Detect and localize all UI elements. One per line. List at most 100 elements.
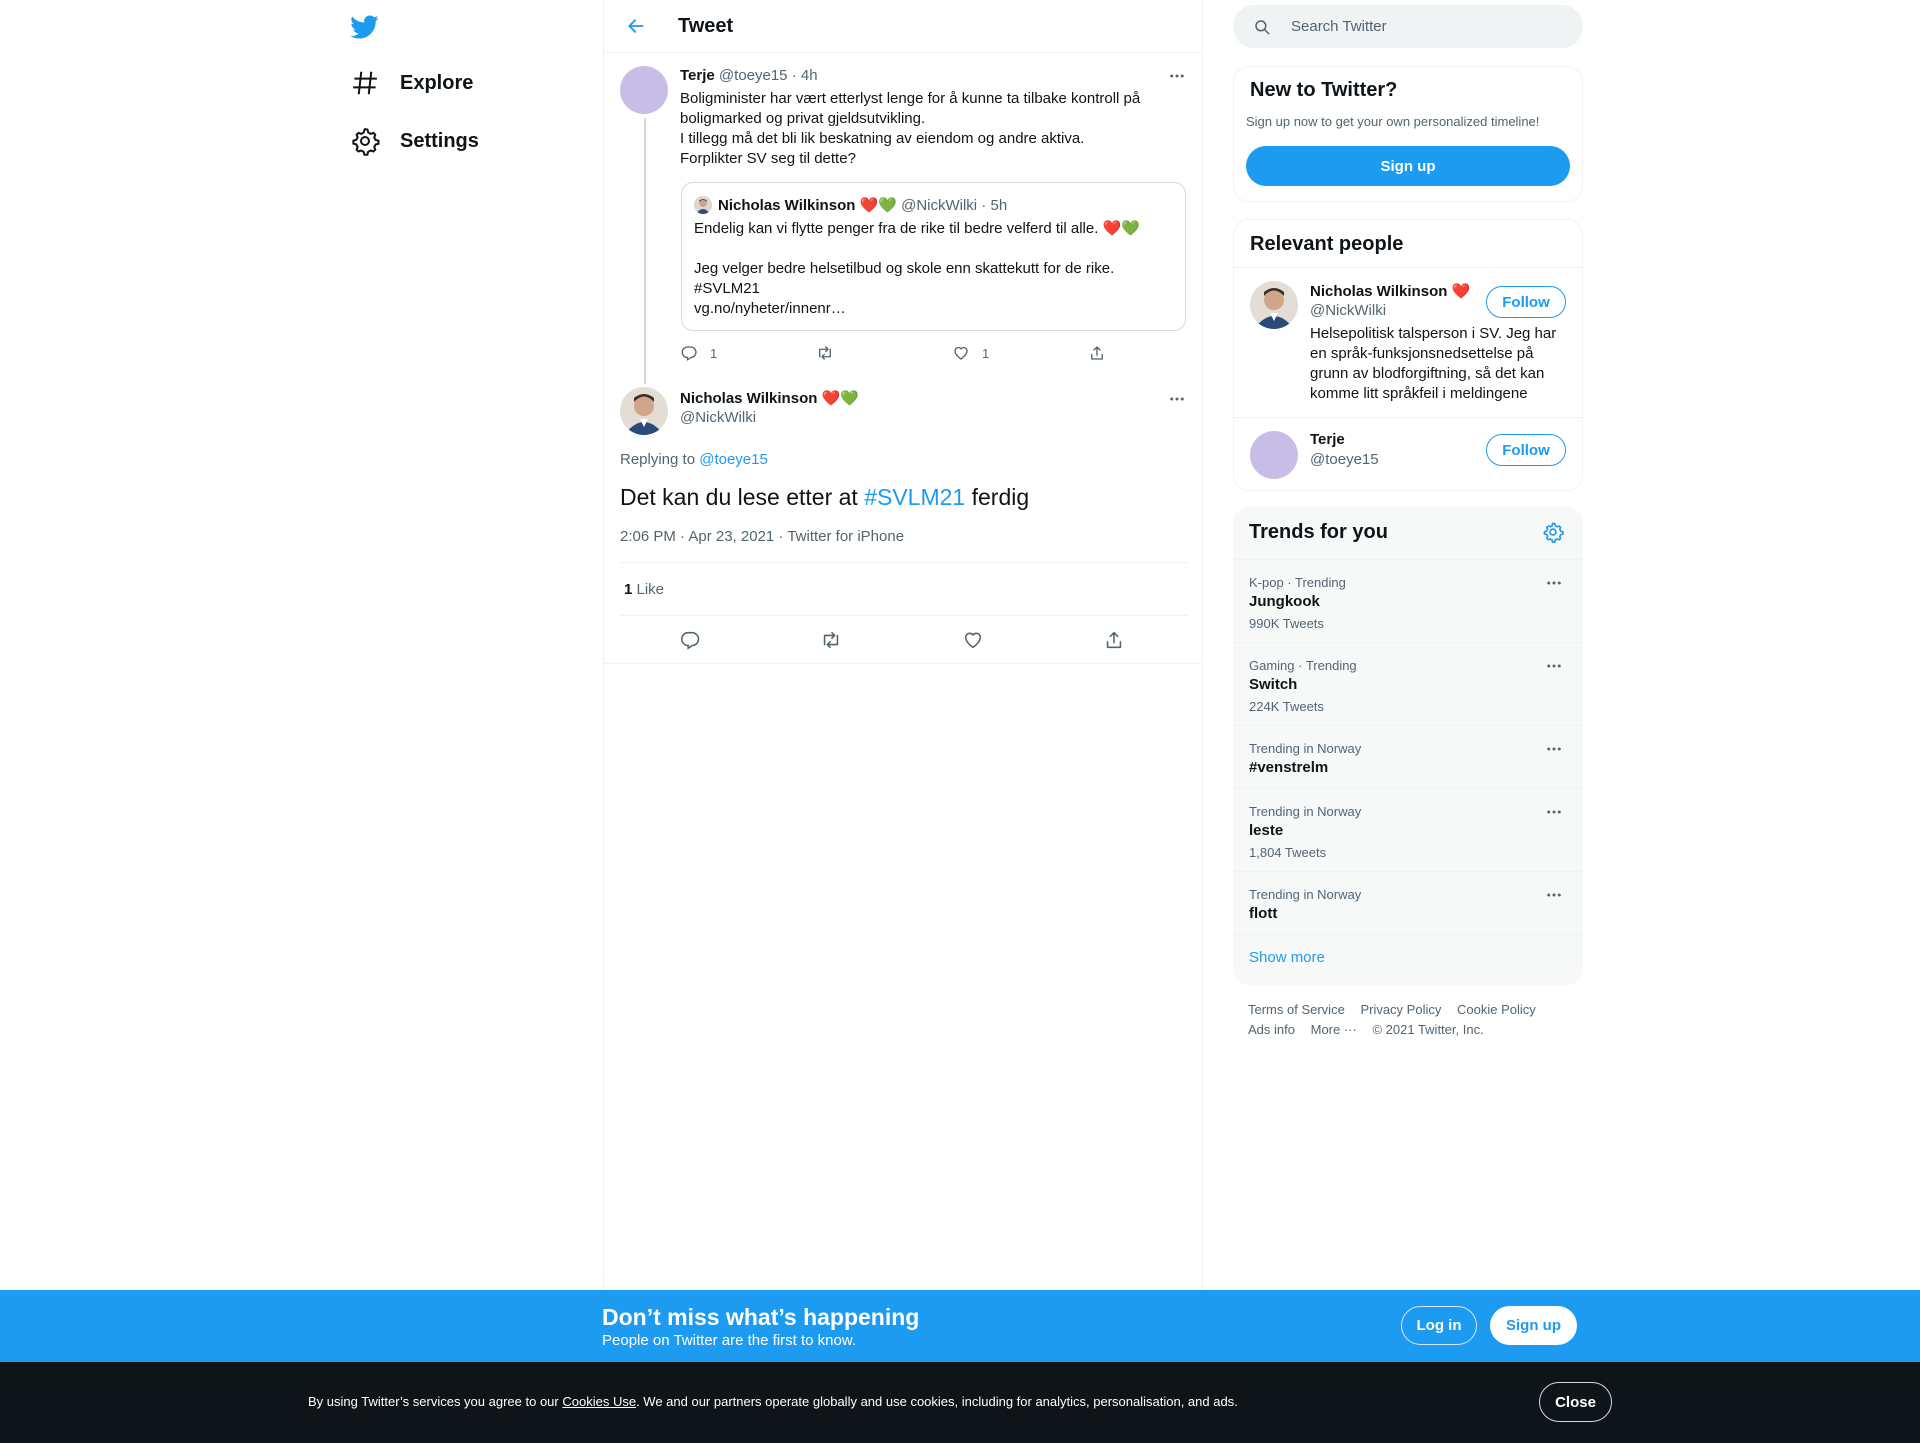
parent-retweet-button[interactable] xyxy=(816,344,834,362)
back-button[interactable] xyxy=(618,8,654,44)
more-icon xyxy=(1547,893,1561,897)
person-avatar[interactable] xyxy=(1250,431,1298,479)
share-button[interactable] xyxy=(1103,629,1125,651)
cookie-policy-link[interactable]: Cookie Policy xyxy=(1457,1002,1536,1017)
show-more-link[interactable]: Show more xyxy=(1249,949,1325,966)
like-button[interactable] xyxy=(962,629,984,651)
person-handle[interactable]: @NickWilki xyxy=(1310,302,1386,319)
login-button[interactable]: Log in xyxy=(1401,1306,1477,1345)
parent-tweet-more-button[interactable] xyxy=(1164,63,1190,89)
trend-item[interactable]: Trending in Norway #venstrelm xyxy=(1233,725,1583,788)
thread-connector xyxy=(644,118,646,384)
parent-reply-button[interactable]: 1 xyxy=(680,344,717,362)
cookie-bar: By using Twitter’s services you agree to… xyxy=(0,1362,1920,1443)
trend-item[interactable]: Gaming · Trending Switch 224K Tweets xyxy=(1233,642,1583,725)
main-tweet-handle[interactable]: @NickWilki xyxy=(680,409,756,426)
quoted-tweet-handle: @NickWilki xyxy=(901,197,978,214)
trend-more-button[interactable] xyxy=(1541,882,1567,908)
likes-label: Like xyxy=(632,581,665,598)
person-avatar[interactable] xyxy=(1250,281,1298,329)
main-tweet-emoji: ❤️💚 xyxy=(821,390,859,407)
ads-info-link[interactable]: Ads info xyxy=(1248,1022,1295,1037)
divider xyxy=(604,663,1202,664)
trends-settings-button[interactable] xyxy=(1542,521,1564,543)
parent-reply-count: 1 xyxy=(710,345,718,361)
divider xyxy=(620,562,1188,563)
parent-like-count: 1 xyxy=(982,345,990,361)
nav-settings[interactable]: Settings xyxy=(350,119,479,163)
more-link[interactable]: More ··· xyxy=(1311,1022,1357,1037)
divider xyxy=(1234,267,1582,268)
follow-button[interactable]: Follow xyxy=(1486,434,1566,466)
trend-more-button[interactable] xyxy=(1541,653,1567,679)
twitter-logo-icon[interactable] xyxy=(349,12,379,42)
likes-summary[interactable]: 1 Like xyxy=(624,581,664,598)
parent-tweet-avatar[interactable] xyxy=(620,66,668,114)
trend-context: Gaming · Trending xyxy=(1249,658,1357,673)
reply-button[interactable] xyxy=(679,629,701,651)
cookies-use-link[interactable]: Cookies Use xyxy=(562,1394,636,1409)
trends-title: Trends for you xyxy=(1249,521,1388,543)
relevant-people-title: Relevant people xyxy=(1250,233,1404,255)
banner-subtitle: People on Twitter are the first to know. xyxy=(602,1332,857,1349)
relevant-people-card: Relevant people Nicholas Wilkinson ❤️ @N… xyxy=(1233,219,1583,491)
trend-item[interactable]: Trending in Norway flott xyxy=(1233,871,1583,934)
search-input[interactable] xyxy=(1291,18,1561,35)
main-tweet-more-button[interactable] xyxy=(1164,386,1190,412)
trend-more-button[interactable] xyxy=(1541,570,1567,596)
trend-count: 1,804 Tweets xyxy=(1249,845,1327,860)
gear-icon xyxy=(1543,522,1564,543)
trend-more-button[interactable] xyxy=(1541,736,1567,762)
terms-link[interactable]: Terms of Service xyxy=(1248,1002,1345,1017)
heart-icon xyxy=(954,346,968,360)
main-tweet-avatar[interactable] xyxy=(620,387,668,435)
banner-title: Don’t miss what’s happening xyxy=(602,1304,920,1330)
more-icon xyxy=(1547,810,1561,814)
trend-name: Switch xyxy=(1249,676,1298,693)
main-tweet-hashtag[interactable]: #SVLM21 xyxy=(864,484,965,510)
person-name-row[interactable]: Nicholas Wilkinson ❤️ xyxy=(1310,282,1475,300)
divider xyxy=(1233,934,1583,935)
reply-icon xyxy=(680,631,700,650)
footer-links: Terms of Service Privacy Policy Cookie P… xyxy=(1248,1000,1578,1040)
privacy-link[interactable]: Privacy Policy xyxy=(1360,1002,1441,1017)
parent-like-button[interactable]: 1 xyxy=(952,344,989,362)
main-tweet-author[interactable]: Nicholas Wilkinson ❤️💚 xyxy=(680,389,859,407)
search-box[interactable] xyxy=(1233,5,1583,48)
retweet-button[interactable] xyxy=(820,629,842,651)
trend-item[interactable]: K-pop · Trending Jungkook 990K Tweets xyxy=(1233,559,1583,642)
nav-explore[interactable]: Explore xyxy=(350,61,473,105)
cookie-text-after: . We and our partners operate globally a… xyxy=(636,1394,1238,1409)
replying-to: Replying to @toeye15 xyxy=(620,451,768,468)
new-to-twitter-subtitle: Sign up now to get your own personalized… xyxy=(1246,114,1540,129)
main-tweet-name: Nicholas Wilkinson xyxy=(680,390,818,407)
quoted-tweet-time: · 5h xyxy=(981,197,1008,214)
trend-more-button[interactable] xyxy=(1541,799,1567,825)
banner-signup-button[interactable]: Sign up xyxy=(1490,1306,1577,1345)
parent-tweet-handle: @toeye15 xyxy=(718,67,788,84)
tweet-header: Tweet xyxy=(604,0,1202,53)
back-arrow-icon xyxy=(628,19,644,33)
sidebar-signup-button[interactable]: Sign up xyxy=(1246,146,1570,186)
parent-tweet-time: · 4h xyxy=(791,67,818,84)
quoted-tweet[interactable]: Nicholas Wilkinson ❤️💚 @NickWilki · 5h E… xyxy=(681,182,1186,331)
trend-item[interactable]: Trending in Norway leste 1,804 Tweets xyxy=(1233,788,1583,871)
trend-name: leste xyxy=(1249,822,1284,839)
main-tweet-meta[interactable]: 2:06 PM · Apr 23, 2021 · Twitter for iPh… xyxy=(620,528,904,545)
parent-tweet-author[interactable]: Terje @toeye15 · 4h xyxy=(680,67,818,84)
trend-name: flott xyxy=(1249,905,1278,922)
parent-share-button[interactable] xyxy=(1088,344,1106,362)
more-icon xyxy=(1547,581,1561,585)
follow-button[interactable]: Follow xyxy=(1486,286,1566,318)
person-name[interactable]: Terje xyxy=(1310,431,1345,448)
gear-icon xyxy=(350,126,380,156)
share-icon xyxy=(1106,631,1122,649)
cookie-text-before: By using Twitter’s services you agree to… xyxy=(308,1394,563,1409)
person-handle[interactable]: @toeye15 xyxy=(1310,451,1379,468)
trend-context: Trending in Norway xyxy=(1249,887,1362,902)
reply-icon xyxy=(681,346,697,362)
replying-to-link[interactable]: @toeye15 xyxy=(699,451,768,468)
divider xyxy=(1234,417,1582,418)
cookie-close-button[interactable]: Close xyxy=(1539,1382,1612,1422)
main-tweet-text: Det kan du lese etter at #SVLM21 ferdig xyxy=(620,483,1029,511)
